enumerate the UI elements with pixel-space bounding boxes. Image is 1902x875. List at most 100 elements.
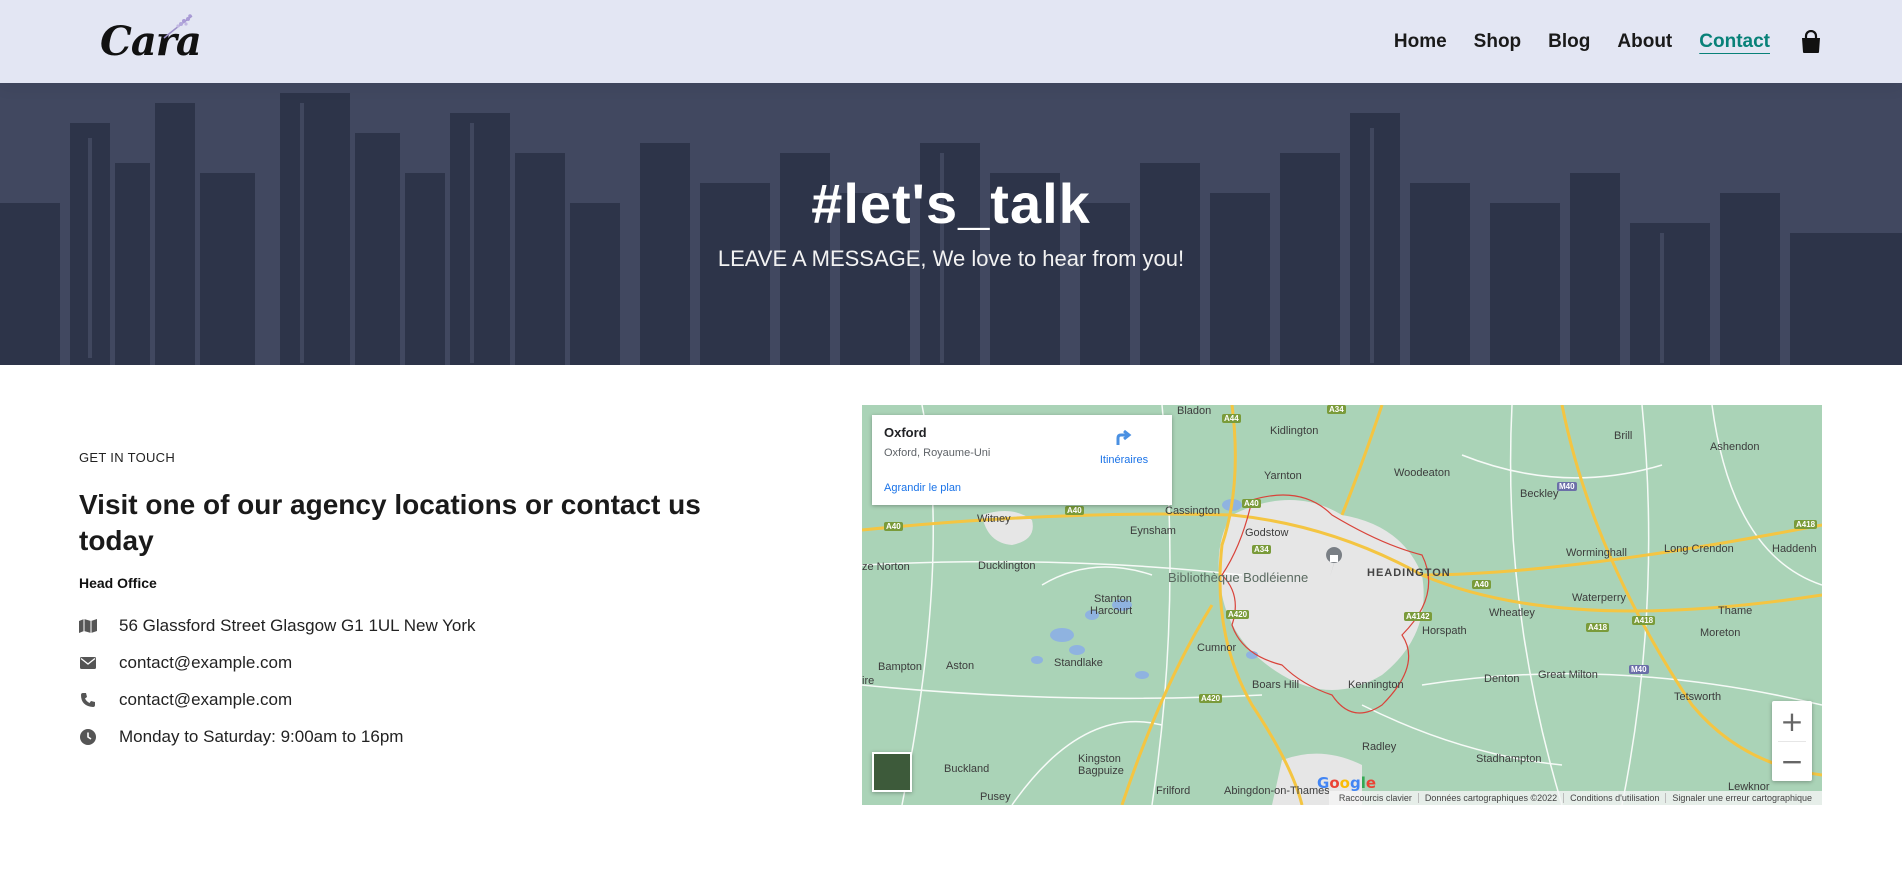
nav-contact[interactable]: Contact <box>1699 31 1770 53</box>
hero-banner: #let's_talk LEAVE A MESSAGE, We love to … <box>0 83 1902 365</box>
map-label: Stanton <box>1094 593 1132 605</box>
map-label: Radley <box>1362 741 1397 753</box>
map-label: Kingston <box>1078 753 1121 765</box>
road-shield: A34 <box>1327 405 1346 414</box>
road-shield: A40 <box>1242 499 1261 508</box>
map-label: Ducklington <box>978 560 1036 572</box>
road-shield: A418 <box>1586 623 1610 632</box>
road-shield: A4142 <box>1404 612 1432 621</box>
map-label: Bampton <box>878 661 923 673</box>
report-error-link[interactable]: Signaler une erreur cartographique <box>1666 793 1818 803</box>
map-label: Standlake <box>1054 657 1103 669</box>
map-label: Beckley <box>1520 488 1559 500</box>
road-shield: A34 <box>1252 545 1271 554</box>
satellite-toggle[interactable] <box>872 752 912 792</box>
map-label-district: HEADINGTON <box>1367 567 1451 579</box>
hero-subtitle: LEAVE A MESSAGE, We love to hear from yo… <box>717 246 1185 271</box>
map-data-text: Données cartographiques ©2022 <box>1419 793 1565 803</box>
enlarge-map-link[interactable]: Agrandir le plan <box>884 482 961 494</box>
map-label: Moreton <box>1700 627 1741 639</box>
eyebrow-text: GET IN TOUCH <box>79 450 176 465</box>
phone-row: contact@example.com <box>79 681 779 718</box>
map-label: Worminghall <box>1566 547 1627 559</box>
site-header: Cara Home Shop Blog About Contact <box>0 0 1902 83</box>
map-label: ire <box>862 675 875 687</box>
map-label: Cumnor <box>1197 642 1237 654</box>
map-label: Denton <box>1484 673 1520 685</box>
map-label: Bagpuize <box>1078 765 1124 777</box>
map-label: Eynsham <box>1130 525 1176 537</box>
contact-info-list: 56 Glassford Street Glasgow G1 1UL New Y… <box>79 607 779 755</box>
directions-icon <box>1116 429 1132 445</box>
road-shield: M40 <box>1557 482 1577 491</box>
map-label: Stadhampton <box>1476 753 1542 765</box>
logo[interactable]: Cara <box>100 14 202 65</box>
envelope-icon <box>79 654 97 672</box>
contact-heading: Visit one of our agency locations or con… <box>79 489 701 556</box>
zoom-in-button[interactable]: + <box>1772 701 1812 741</box>
map-label: Abingdon-on-Thames <box>1224 785 1330 797</box>
zoom-out-button[interactable]: − <box>1772 741 1812 781</box>
directions-button[interactable]: Itinéraires <box>1094 427 1154 466</box>
map-label: Waterperry <box>1572 592 1626 604</box>
main-nav: Home Shop Blog About Contact <box>1367 29 1822 54</box>
map-label: Yarnton <box>1264 470 1302 482</box>
map-label: Great Milton <box>1538 669 1598 681</box>
map-label: Long Crendon <box>1664 543 1734 555</box>
address-text: 56 Glassford Street Glasgow G1 1UL New Y… <box>119 615 476 635</box>
zoom-controls: + − <box>1772 701 1812 781</box>
contact-details: GET IN TOUCH Visit one of our agency loc… <box>79 450 779 755</box>
map-label: Horspath <box>1422 625 1467 637</box>
nav-home[interactable]: Home <box>1394 31 1447 53</box>
clock-icon <box>79 728 97 746</box>
map-label: Ashendon <box>1710 441 1760 453</box>
map-label-poi[interactable]: Bibliothèque Bodléienne <box>1168 570 1308 585</box>
google-logo: Google <box>1317 774 1377 792</box>
map-label: Wheatley <box>1489 607 1535 619</box>
map-label: Frilford <box>1156 785 1191 797</box>
address-row: 56 Glassford Street Glasgow G1 1UL New Y… <box>79 607 779 644</box>
map-label: Tetsworth <box>1674 691 1722 703</box>
map-label: Buckland <box>944 763 990 775</box>
terms-link[interactable]: Conditions d'utilisation <box>1564 793 1667 803</box>
road-shield: A40 <box>1472 580 1491 589</box>
road-shield: A420 <box>1199 694 1223 703</box>
email-text[interactable]: contact@example.com <box>119 653 292 673</box>
hero-title: #let's_talk <box>811 172 1091 235</box>
road-shield: A418 <box>1632 616 1656 625</box>
map-label: Pusey <box>980 791 1011 803</box>
road-shield: A418 <box>1794 520 1818 529</box>
shopping-bag-icon[interactable] <box>1800 29 1822 54</box>
hours-row: Monday to Saturday: 9:00am to 16pm <box>79 718 779 755</box>
map-label: Harcourt <box>1090 605 1133 617</box>
nav-blog[interactable]: Blog <box>1548 31 1590 53</box>
map-icon <box>79 617 97 635</box>
map-label: Bladon <box>1177 405 1212 417</box>
road-shield: A40 <box>1065 506 1084 515</box>
map-label: Cassington <box>1165 505 1221 517</box>
hours-text: Monday to Saturday: 9:00am to 16pm <box>119 726 404 746</box>
map-attribution: Raccourcis clavier Données cartographiqu… <box>1328 791 1822 805</box>
office-label: Head Office <box>79 575 157 591</box>
nav-shop[interactable]: Shop <box>1474 31 1522 53</box>
map-label: Godstow <box>1245 527 1289 539</box>
map-label: Aston <box>946 660 975 672</box>
road-shield: A420 <box>1226 610 1250 619</box>
map-label: Witney <box>977 513 1011 525</box>
map-label: Kidlington <box>1270 425 1319 437</box>
keyboard-shortcuts-link[interactable]: Raccourcis clavier <box>1333 793 1419 803</box>
lavender-sprig-icon <box>163 14 193 39</box>
directions-label: Itinéraires <box>1099 454 1149 466</box>
map-label: Boars Hill <box>1252 679 1300 691</box>
road-shield: A44 <box>1222 414 1241 423</box>
map-label: Haddenh <box>1772 543 1817 555</box>
map-label: Kennington <box>1348 679 1404 691</box>
road-shield: M40 <box>1629 665 1649 674</box>
phone-text[interactable]: contact@example.com <box>119 690 292 710</box>
email-row: contact@example.com <box>79 644 779 681</box>
nav-about[interactable]: About <box>1617 31 1672 53</box>
embedded-map[interactable]: Bladon Kidlington Brill Ashendon Yarnton… <box>862 405 1822 805</box>
map-label: Woodeaton <box>1394 467 1451 479</box>
road-shield: A40 <box>884 522 903 531</box>
map-label: ze Norton <box>862 561 910 573</box>
